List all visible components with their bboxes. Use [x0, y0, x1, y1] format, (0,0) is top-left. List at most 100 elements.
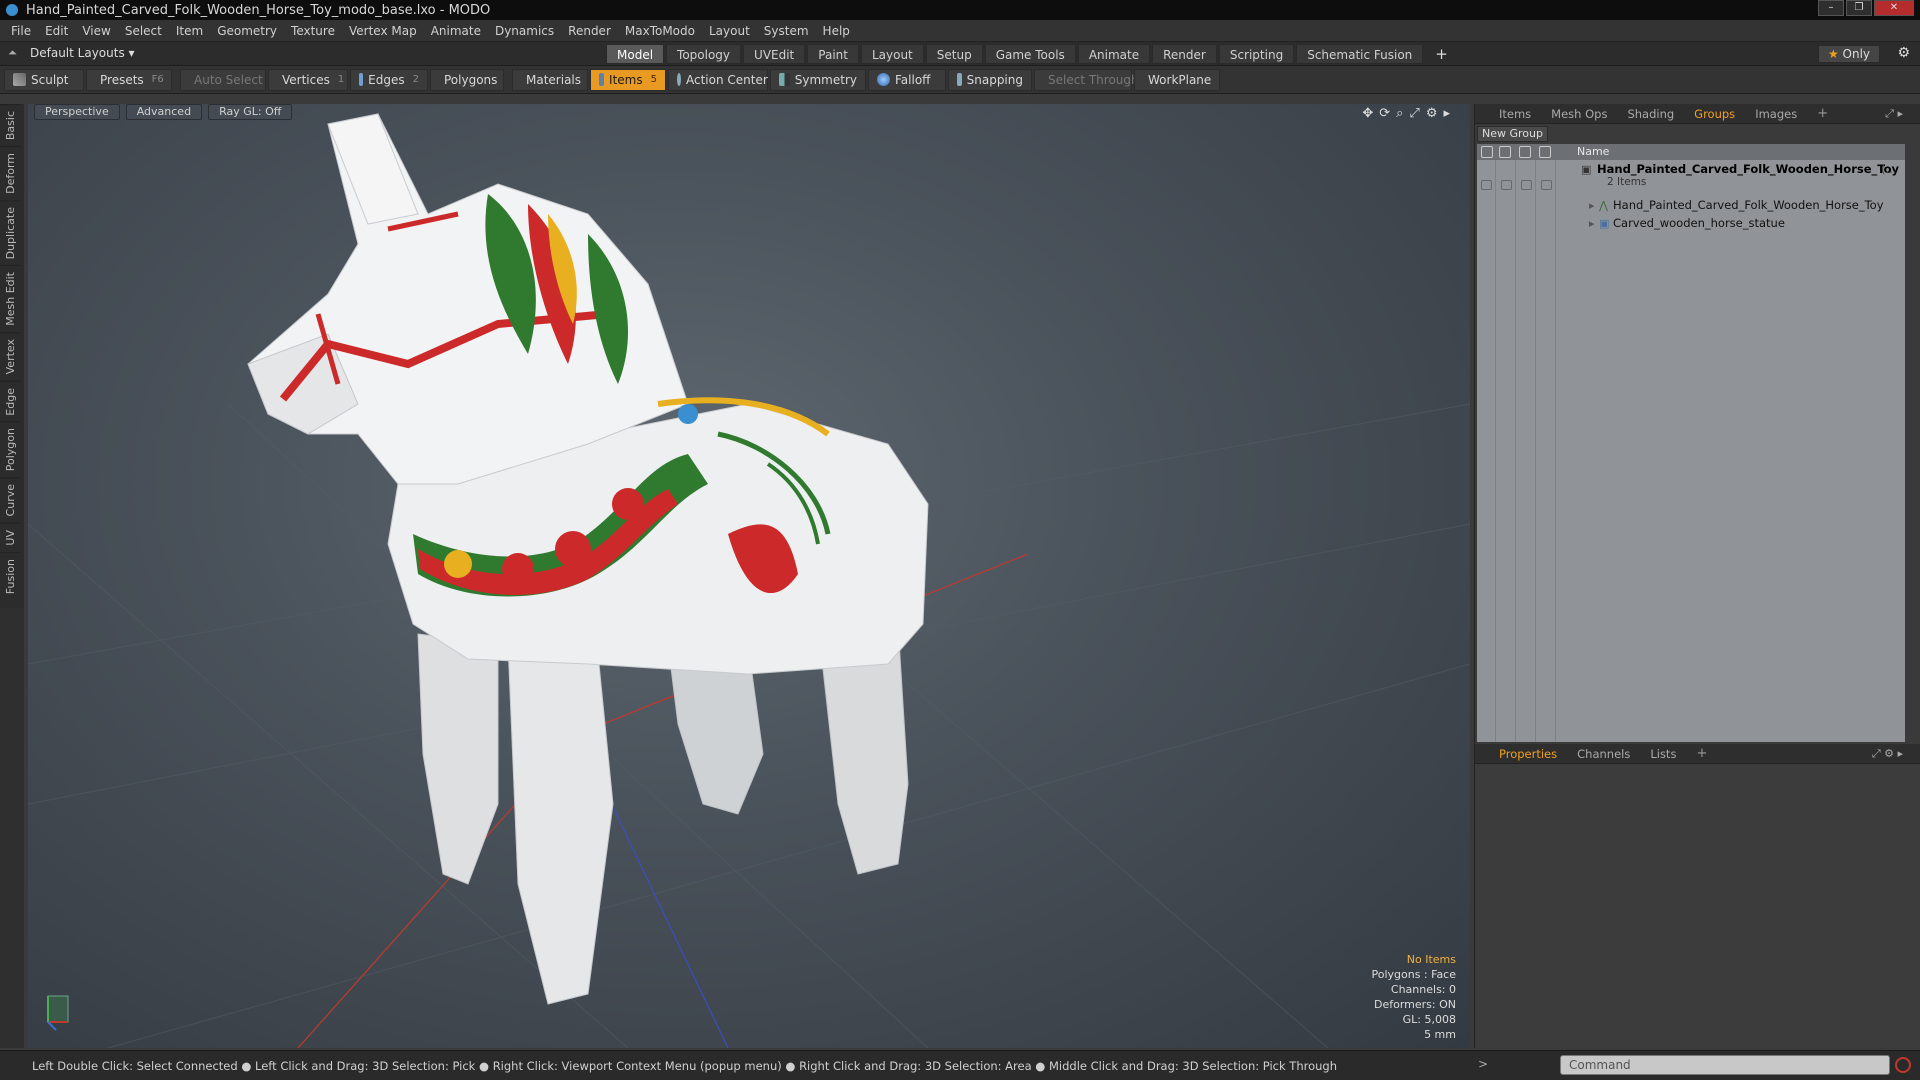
tab-topology[interactable]: Topology: [666, 44, 742, 64]
tab-images[interactable]: Images: [1745, 107, 1807, 121]
new-group-button[interactable]: New Group: [1477, 126, 1548, 142]
tab-shading[interactable]: Shading: [1617, 107, 1684, 121]
menu-file[interactable]: File: [4, 24, 38, 38]
tab-model[interactable]: Model: [606, 44, 665, 64]
menu-dynamics[interactable]: Dynamics: [488, 24, 561, 38]
add-properties-tab-button[interactable]: +: [1686, 746, 1717, 761]
items-button[interactable]: Items 5: [590, 68, 666, 91]
name-column-header[interactable]: Name: [1577, 145, 1609, 158]
zoom-icon[interactable]: ⌕: [1396, 106, 1403, 121]
left-tab-duplicate[interactable]: Duplicate: [0, 200, 21, 266]
presets-shortcut: F6: [151, 74, 164, 85]
group-child-row[interactable]: ▸ ▣ Carved_wooden_horse_statue: [1477, 214, 1905, 232]
menu-vertex-map[interactable]: Vertex Map: [342, 24, 424, 38]
group-eye-icon[interactable]: [1481, 180, 1492, 190]
menu-item[interactable]: Item: [169, 24, 210, 38]
falloff-button[interactable]: Falloff: [868, 68, 946, 91]
vertices-button[interactable]: Vertices 1: [268, 68, 348, 91]
add-tab-button[interactable]: +: [1425, 44, 1458, 64]
left-tab-vertex[interactable]: Vertex: [0, 332, 21, 381]
menu-geometry[interactable]: Geometry: [210, 24, 284, 38]
menu-view[interactable]: View: [75, 24, 117, 38]
properties-expand-icon[interactable]: ⤢ ⚙ ▸: [1862, 747, 1913, 761]
tab-mesh-ops[interactable]: Mesh Ops: [1541, 107, 1617, 121]
tab-animate[interactable]: Animate: [1077, 44, 1151, 64]
left-tab-fusion[interactable]: Fusion: [0, 551, 21, 600]
viewport-menu-arrow-icon[interactable]: ▸: [1443, 106, 1450, 121]
add-panel-tab-button[interactable]: +: [1807, 106, 1838, 121]
select-icon[interactable]: [1539, 146, 1551, 158]
group-select-icon[interactable]: [1541, 180, 1552, 190]
command-input[interactable]: Command: [1560, 1055, 1890, 1075]
tab-scripting[interactable]: Scripting: [1218, 44, 1295, 64]
group-lock-icon[interactable]: [1521, 180, 1532, 190]
auto-select-button[interactable]: Auto Select: [180, 68, 266, 91]
collapse-up-icon[interactable]: ⏶: [8, 46, 20, 60]
close-button[interactable]: ✕: [1874, 0, 1914, 16]
render-icon[interactable]: [1499, 146, 1511, 158]
menu-layout[interactable]: Layout: [702, 24, 757, 38]
menu-system[interactable]: System: [757, 24, 816, 38]
left-tab-uv[interactable]: UV: [0, 522, 21, 552]
minimize-button[interactable]: –: [1818, 0, 1844, 16]
left-tab-polygon[interactable]: Polygon: [0, 421, 21, 478]
tab-groups[interactable]: Groups: [1684, 107, 1745, 121]
workplane-button[interactable]: WorkPlane: [1134, 68, 1220, 91]
polygons-button[interactable]: Polygons: [430, 68, 504, 91]
fit-icon[interactable]: ⤢: [1409, 106, 1419, 121]
tab-setup[interactable]: Setup: [925, 44, 983, 64]
pan-icon[interactable]: ✥: [1362, 106, 1373, 121]
sculpt-button[interactable]: Sculpt: [4, 68, 84, 91]
rotate-icon[interactable]: ⟳: [1379, 106, 1390, 121]
menu-texture[interactable]: Texture: [284, 24, 342, 38]
materials-button[interactable]: Materials: [512, 68, 588, 91]
tab-properties[interactable]: Properties: [1489, 747, 1567, 761]
viewport-info-overlay: No Items Polygons : Face Channels: 0 Def…: [1371, 952, 1456, 1042]
left-tab-edge[interactable]: Edge: [0, 380, 21, 422]
3d-viewport[interactable]: Perspective Advanced Ray GL: Off ✥ ⟳ ⌕ ⤢…: [28, 104, 1470, 1048]
tab-channels[interactable]: Channels: [1567, 747, 1640, 761]
edges-button[interactable]: Edges 2: [350, 68, 428, 91]
tab-lists[interactable]: Lists: [1640, 747, 1686, 761]
select-through-button[interactable]: Select Through: [1034, 68, 1139, 91]
only-toggle-button[interactable]: ★ Only: [1818, 45, 1880, 63]
tab-items[interactable]: Items: [1489, 107, 1541, 121]
menu-select[interactable]: Select: [118, 24, 169, 38]
presets-button[interactable]: Presets F6: [86, 68, 172, 91]
panel-expand-icon[interactable]: ⤢ ▸: [1875, 107, 1913, 121]
polygons-label: Polygons: [444, 72, 498, 87]
left-tab-mesh-edit[interactable]: Mesh Edit: [0, 265, 21, 333]
window-controls: – ❐ ✕: [1818, 0, 1914, 18]
menu-help[interactable]: Help: [816, 24, 857, 38]
tab-paint[interactable]: Paint: [807, 44, 859, 64]
layout-selector[interactable]: Default Layouts ▾: [30, 46, 135, 60]
symmetry-button[interactable]: Symmetry: [770, 68, 866, 91]
menu-animate[interactable]: Animate: [424, 24, 488, 38]
tab-schematic-fusion[interactable]: Schematic Fusion: [1296, 44, 1424, 64]
tab-uvedit[interactable]: UVEdit: [743, 44, 806, 64]
raygl-button[interactable]: Ray GL: Off: [208, 104, 293, 120]
menu-maxtomodo[interactable]: MaxToModo: [618, 24, 702, 38]
tab-render[interactable]: Render: [1152, 44, 1217, 64]
lock-icon[interactable]: [1519, 146, 1531, 158]
group-child-row[interactable]: ▸ ⋀ Hand_Painted_Carved_Folk_Wooden_Hors…: [1477, 196, 1905, 214]
action-center-icon: [677, 73, 681, 86]
maximize-button[interactable]: ❐: [1846, 0, 1872, 16]
tab-game-tools[interactable]: Game Tools: [984, 44, 1076, 64]
tab-layout[interactable]: Layout: [860, 44, 924, 64]
menu-render[interactable]: Render: [561, 24, 618, 38]
view-perspective-button[interactable]: Perspective: [34, 104, 120, 120]
record-icon[interactable]: [1895, 1057, 1911, 1073]
snapping-button[interactable]: Snapping: [948, 68, 1032, 91]
left-tab-deform[interactable]: Deform: [0, 146, 21, 201]
group-render-icon[interactable]: [1501, 180, 1512, 190]
left-tab-basic[interactable]: Basic: [0, 104, 21, 147]
visibility-eye-icon[interactable]: [1481, 146, 1493, 158]
viewport-settings-icon[interactable]: ⚙: [1426, 106, 1438, 121]
left-tab-curve[interactable]: Curve: [0, 477, 21, 523]
gear-icon[interactable]: ⚙: [1897, 45, 1910, 61]
properties-area: [1475, 764, 1920, 1048]
action-center-button[interactable]: Action Center: [668, 68, 768, 91]
menu-edit[interactable]: Edit: [38, 24, 75, 38]
shading-advanced-button[interactable]: Advanced: [125, 104, 203, 120]
